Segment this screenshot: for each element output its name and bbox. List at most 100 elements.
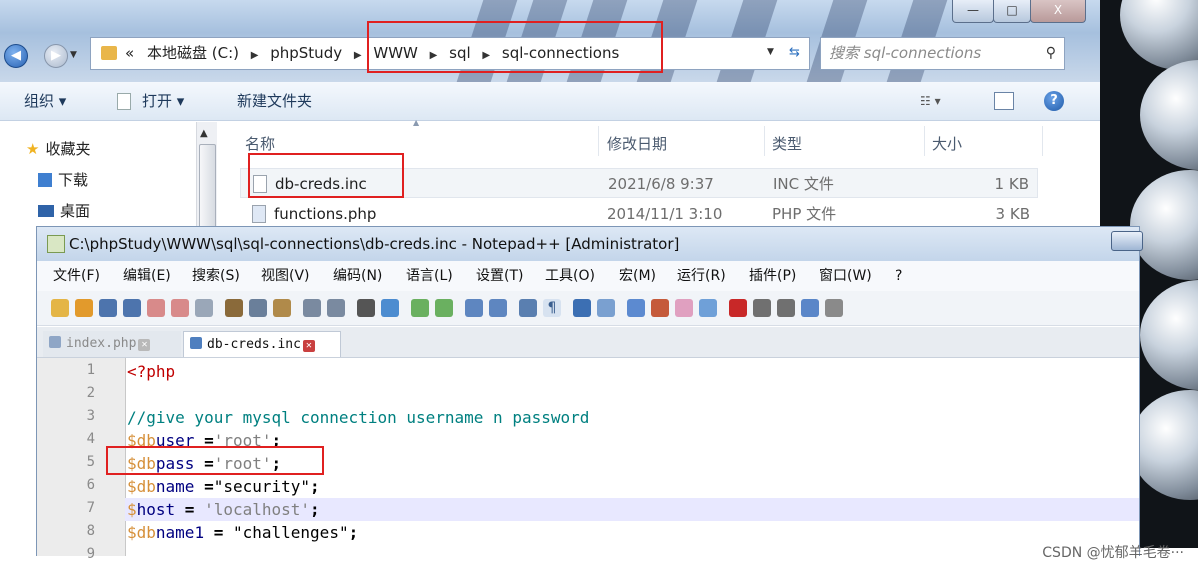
back-button[interactable]: ◀ — [4, 44, 28, 68]
save-all-icon[interactable] — [123, 299, 141, 317]
refresh-icon[interactable]: ⇆ — [789, 45, 800, 60]
open-menu-button[interactable]: 打开 ▾ — [142, 82, 184, 120]
breadcrumb-separator-icon[interactable]: ▶ — [354, 50, 362, 61]
view-options-icon[interactable]: ☷ ▾ — [920, 82, 941, 120]
line-number: 6 — [86, 477, 95, 493]
tab-label: db-creds.inc — [207, 337, 301, 352]
zoom-out-icon[interactable] — [435, 299, 453, 317]
show-all-characters-icon[interactable]: ¶ — [543, 299, 561, 317]
menu-search[interactable]: 搜索(S) — [192, 261, 240, 291]
forward-button[interactable]: ▶ — [44, 44, 68, 68]
column-header-type[interactable]: 类型 — [772, 133, 802, 154]
tab-close-icon[interactable]: ✕ — [138, 339, 151, 351]
menu-view[interactable]: 视图(V) — [261, 261, 310, 291]
file-row-functions[interactable]: functions.php 2014/11/1 3:10 PHP 文件 3 KB — [240, 199, 1038, 229]
code-line: <?php — [127, 362, 176, 381]
minimize-button[interactable]: — — [952, 0, 994, 23]
redo-icon[interactable] — [327, 299, 345, 317]
stop-macro-icon[interactable] — [753, 299, 771, 317]
saved-file-icon — [49, 336, 61, 348]
save-macro-icon[interactable] — [825, 299, 843, 317]
new-file-icon[interactable] — [51, 299, 69, 317]
user-language-icon[interactable] — [597, 299, 615, 317]
breadcrumb-overflow[interactable]: « — [125, 44, 134, 62]
menu-plugins[interactable]: 插件(P) — [749, 261, 796, 291]
notepad-app-icon — [47, 235, 65, 253]
maximize-button[interactable]: □ — [993, 0, 1031, 23]
column-divider[interactable] — [764, 126, 765, 156]
navigation-pane-scrollbar[interactable]: ▲ — [196, 122, 217, 232]
tab-bar: index.php ✕ db-creds.inc ✕ — [37, 327, 1139, 358]
scrollbar-thumb[interactable] — [199, 144, 216, 232]
menu-edit[interactable]: 编辑(E) — [123, 261, 171, 291]
sidebar-item-desktop[interactable]: 桌面 — [38, 200, 90, 221]
annotation-box-path — [367, 21, 663, 73]
menu-language[interactable]: 语言(L) — [406, 261, 453, 291]
menu-file[interactable]: 文件(F) — [53, 261, 100, 291]
cut-icon[interactable] — [225, 299, 243, 317]
notepad-window: C:\phpStudy\WWW\sql\sql-connections\db-c… — [36, 226, 1143, 562]
preview-pane-icon[interactable] — [994, 92, 1014, 110]
sidebar-item-favorites[interactable]: ★ 收藏夹 — [26, 138, 90, 159]
column-header-size[interactable]: 大小 — [932, 133, 962, 154]
copy-icon[interactable] — [249, 299, 267, 317]
column-divider[interactable] — [1042, 126, 1043, 156]
undo-icon[interactable] — [303, 299, 321, 317]
word-wrap-icon[interactable] — [519, 299, 537, 317]
folder-workspace-icon[interactable] — [675, 299, 693, 317]
desktop-icon — [38, 205, 54, 217]
breadcrumb-drive[interactable]: 本地磁盘 (C:) — [147, 44, 239, 62]
monitoring-icon[interactable] — [699, 299, 717, 317]
replace-icon[interactable] — [381, 299, 399, 317]
search-input[interactable]: 搜索 sql-connections ⚲ — [820, 37, 1065, 70]
column-divider[interactable] — [598, 126, 599, 156]
zoom-in-icon[interactable] — [411, 299, 429, 317]
menu-macro[interactable]: 宏(M) — [619, 261, 656, 291]
help-icon[interactable]: ? — [1044, 91, 1064, 111]
tab-close-icon[interactable]: ✕ — [302, 340, 315, 352]
new-folder-button[interactable]: 新建文件夹 — [237, 82, 312, 120]
line-number: 2 — [86, 385, 95, 401]
open-file-icon[interactable] — [75, 299, 93, 317]
scroll-up-icon[interactable]: ▲ — [200, 128, 208, 139]
tab-db-creds-inc[interactable]: db-creds.inc ✕ — [183, 331, 341, 357]
close-file-icon[interactable] — [147, 299, 165, 317]
run-macro-multiple-icon[interactable] — [801, 299, 819, 317]
save-icon[interactable] — [99, 299, 117, 317]
play-macro-icon[interactable] — [777, 299, 795, 317]
column-divider[interactable] — [924, 126, 925, 156]
sidebar-item-downloads[interactable]: 下载 — [38, 169, 88, 190]
menu-settings[interactable]: 设置(T) — [476, 261, 523, 291]
sync-vertical-icon[interactable] — [465, 299, 483, 317]
window-control-button[interactable] — [1111, 231, 1143, 251]
find-icon[interactable] — [357, 299, 375, 317]
code-line: $dbname ="security"; — [127, 477, 320, 496]
search-icon[interactable]: ⚲ — [1046, 45, 1056, 61]
column-header-name[interactable]: 名称 — [245, 133, 275, 154]
close-button[interactable]: X — [1030, 0, 1086, 23]
menu-run[interactable]: 运行(R) — [677, 261, 726, 291]
print-icon[interactable] — [195, 299, 213, 317]
close-all-icon[interactable] — [171, 299, 189, 317]
indent-guide-icon[interactable] — [573, 299, 591, 317]
menu-tools[interactable]: 工具(O) — [545, 261, 595, 291]
breadcrumb-separator-icon[interactable]: ▶ — [251, 50, 259, 61]
folder-icon — [101, 46, 117, 60]
menu-encoding[interactable]: 编码(N) — [333, 261, 382, 291]
line-number: 3 — [86, 408, 95, 424]
file-size: 3 KB — [995, 205, 1030, 223]
menu-help[interactable]: ? — [895, 261, 902, 291]
organize-menu-button[interactable]: 组织 ▾ — [24, 82, 66, 120]
tab-index-php[interactable]: index.php ✕ — [43, 331, 181, 357]
column-header-date[interactable]: 修改日期 — [607, 133, 667, 154]
paste-icon[interactable] — [273, 299, 291, 317]
record-macro-icon[interactable] — [729, 299, 747, 317]
breadcrumb-phpstudy[interactable]: phpStudy — [270, 44, 342, 62]
address-dropdown-icon[interactable]: ▼ — [767, 47, 774, 57]
menu-window[interactable]: 窗口(W) — [819, 261, 872, 291]
function-list-icon[interactable] — [651, 299, 669, 317]
sync-horizontal-icon[interactable] — [489, 299, 507, 317]
recent-pages-dropdown-icon[interactable]: ▼ — [70, 44, 77, 66]
menu-bar: 文件(F) 编辑(E) 搜索(S) 视图(V) 编码(N) 语言(L) 设置(T… — [37, 261, 1139, 291]
doc-map-icon[interactable] — [627, 299, 645, 317]
